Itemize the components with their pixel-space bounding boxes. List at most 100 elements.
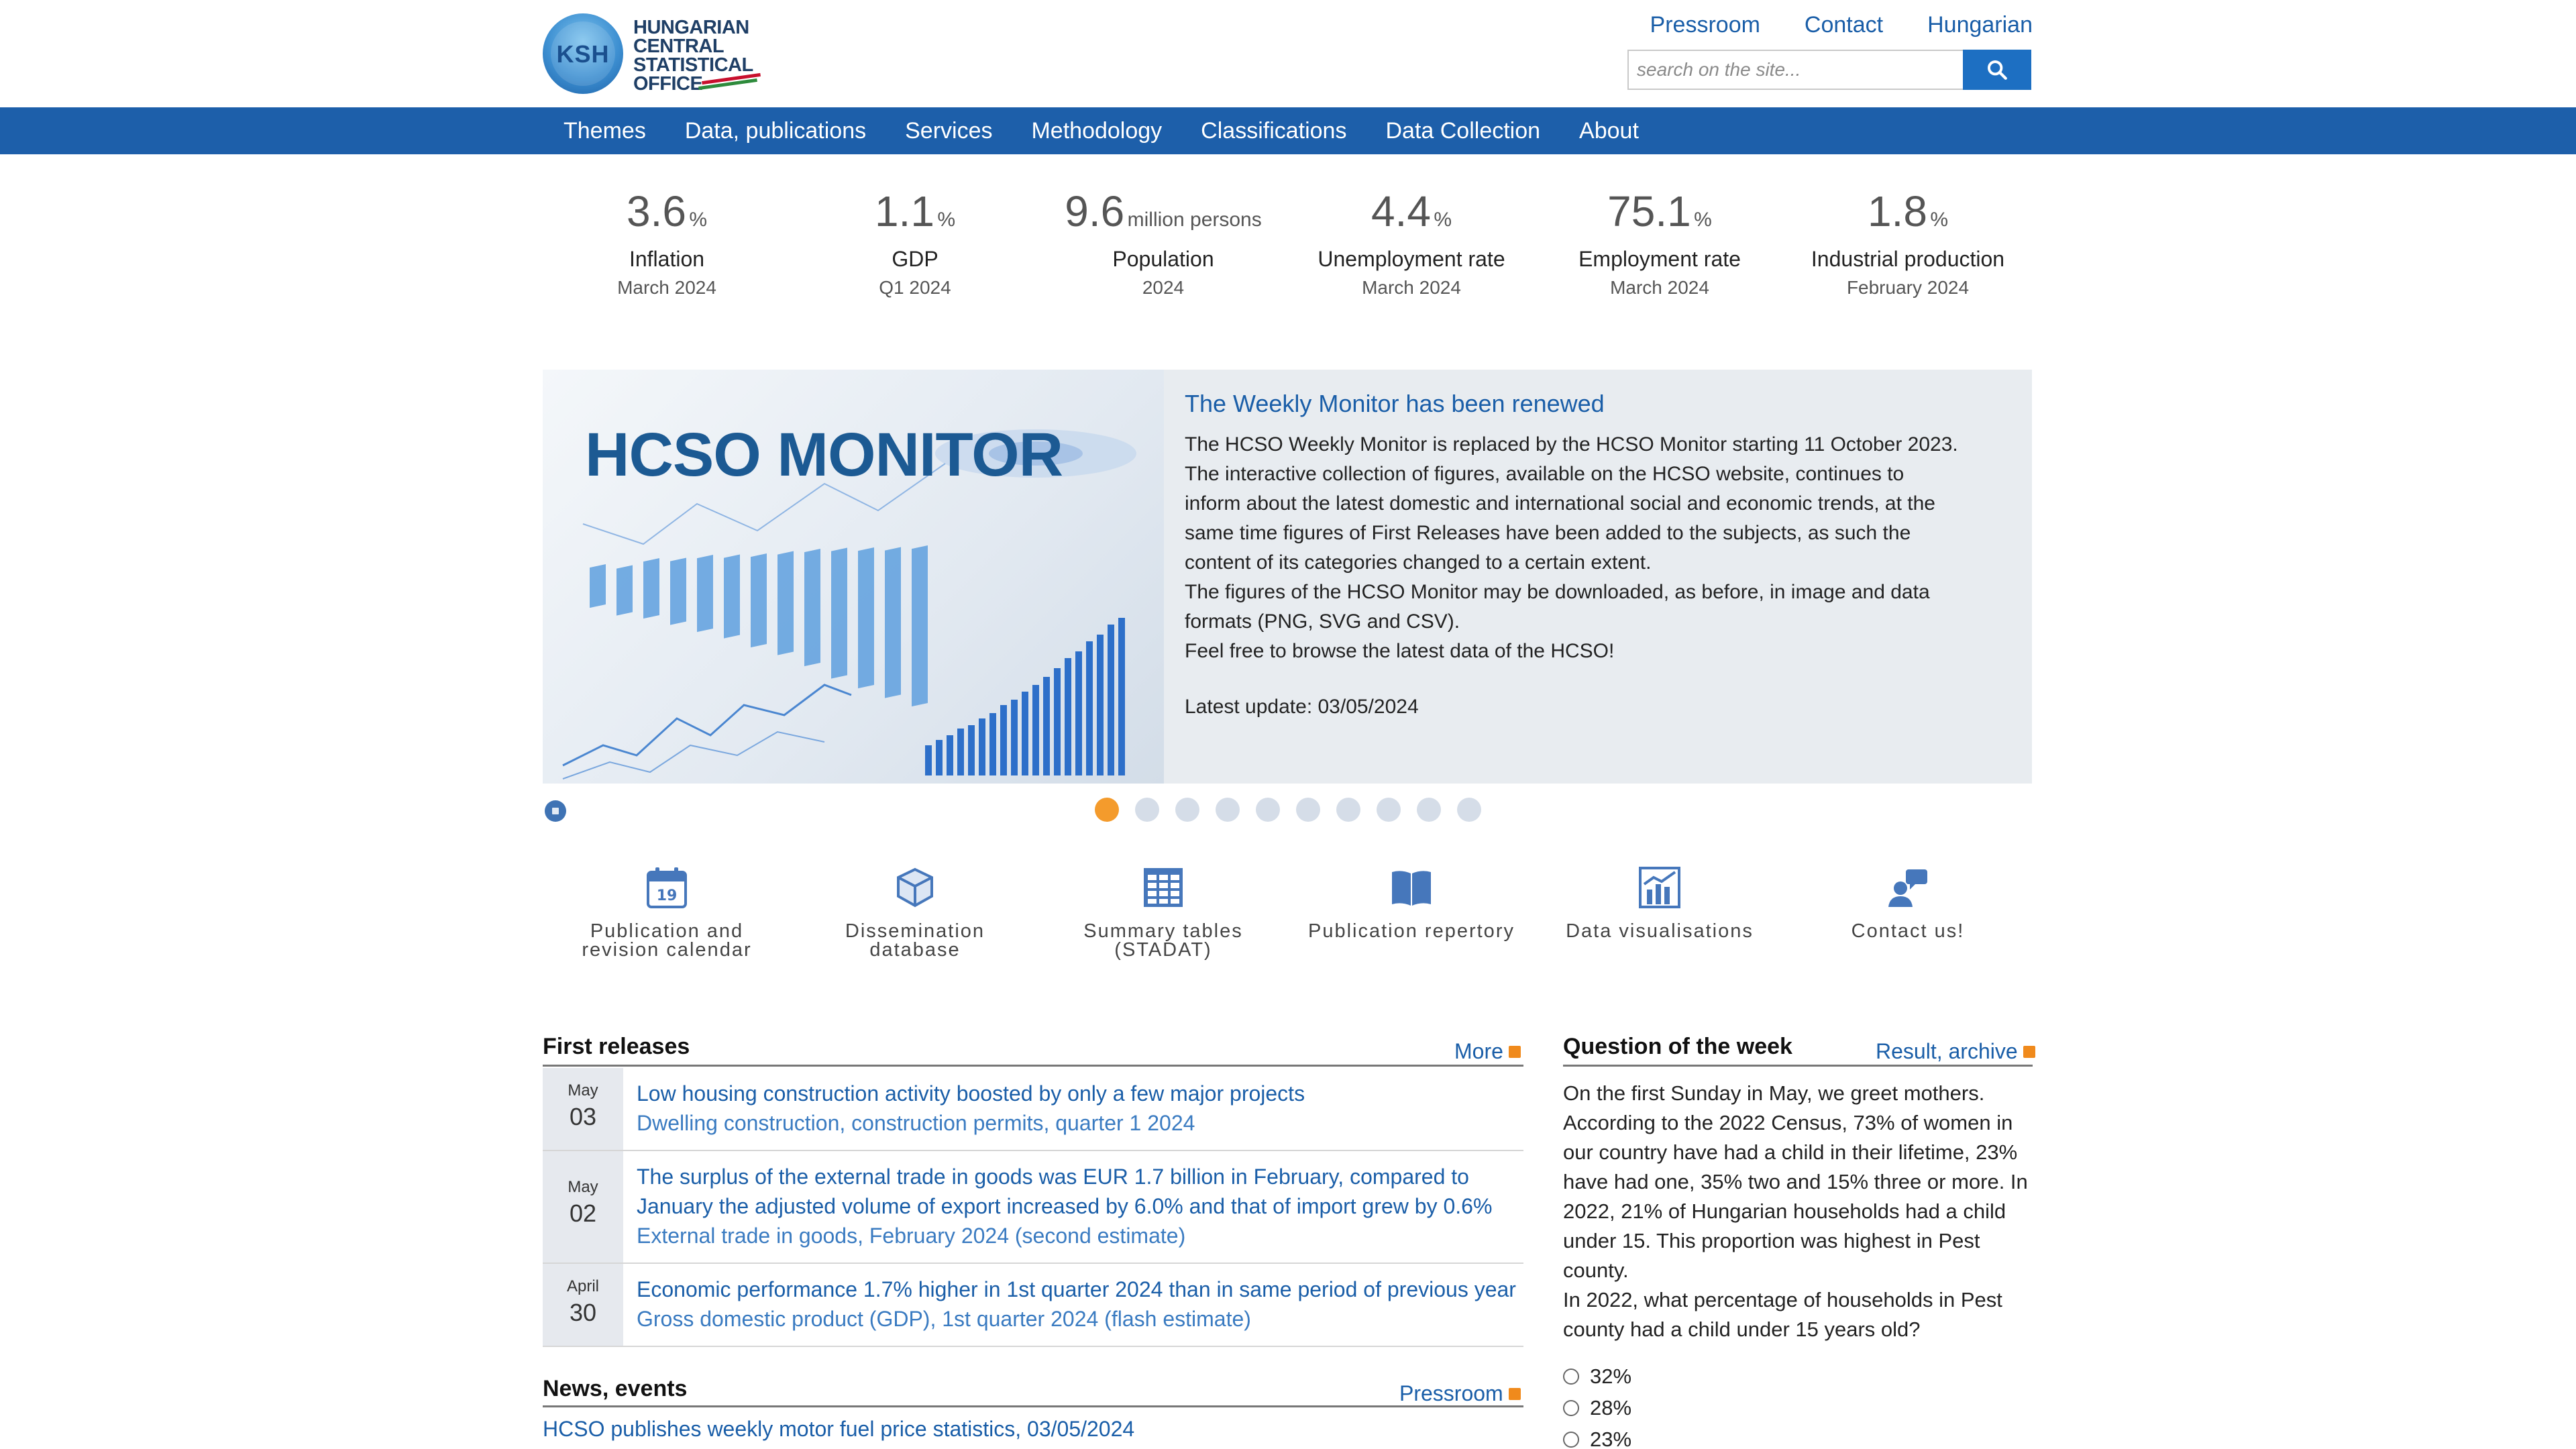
slide-paragraph: The figures of the HCSO Monitor may be d… [1185, 581, 1930, 603]
slide-paragraph: The interactive collection of figures, a… [1185, 463, 1904, 485]
slide-paragraph: same time figures of First Releases have… [1185, 522, 1911, 544]
release-subject-link[interactable]: Gross domestic product (GDP), 1st quarte… [637, 1304, 1516, 1334]
slide-image[interactable]: HCSO MONITOR [543, 370, 1164, 784]
slider-pause-button[interactable] [545, 800, 566, 822]
nav-methodology[interactable]: Methodology [1012, 118, 1181, 144]
quick-links: 19 Publication and revision calendar Dis… [543, 865, 2032, 961]
quick-link-visualisations[interactable]: Data visualisations [1536, 865, 1784, 959]
release-item: May 02 The surplus of the external trade… [543, 1151, 1523, 1264]
calendar-icon: 19 [647, 867, 687, 908]
slider-dot-8[interactable] [1377, 798, 1401, 822]
quick-link-calendar[interactable]: 19 Publication and revision calendar [543, 865, 791, 961]
quick-link-label: Data visualisations [1566, 920, 1754, 942]
radio-button[interactable] [1563, 1431, 1579, 1448]
stat-label: Industrial production [1811, 247, 2005, 271]
stat-unemployment[interactable]: 4.4 % Unemployment rate March 2024 [1287, 188, 1536, 299]
slide-heading[interactable]: The Weekly Monitor has been renewed [1185, 390, 2010, 418]
slider-dot-7[interactable] [1336, 798, 1360, 822]
answer-option[interactable]: 23% [1563, 1424, 1631, 1449]
contact-link[interactable]: Contact [1805, 12, 1883, 38]
release-month: April [566, 1277, 599, 1295]
nav-data-collection[interactable]: Data Collection [1366, 118, 1560, 144]
release-month: May [568, 1178, 598, 1196]
quick-link-stadat[interactable]: Summary tables (STADAT) [1039, 865, 1287, 961]
logo-line-1: HUNGARIAN [633, 17, 749, 38]
answer-option[interactable]: 28% [1563, 1392, 1631, 1424]
radio-button[interactable] [1563, 1368, 1579, 1385]
stat-unit: % [1434, 209, 1452, 231]
quick-link-repertory[interactable]: Publication repertory [1287, 865, 1536, 959]
quick-link-label: Publication repertory [1308, 920, 1515, 942]
main-navbar: Themes Data, publications Services Metho… [0, 107, 2576, 154]
slider-dot-9[interactable] [1417, 798, 1441, 822]
stat-label: Employment rate [1578, 247, 1741, 271]
slider-dot-5[interactable] [1256, 798, 1280, 822]
pressroom-more-link[interactable]: Pressroom [1399, 1381, 1521, 1406]
stat-population[interactable]: 9.6 million persons Population 2024 [1039, 188, 1287, 299]
site-logo[interactable]: KSH HUNGARIAN CENTRAL STATISTICAL OFFICE [543, 11, 761, 97]
news-events-title: News, events [543, 1376, 688, 1401]
nav-data-publications[interactable]: Data, publications [665, 118, 885, 144]
stat-date: 2024 [1142, 277, 1185, 298]
release-title-link[interactable]: The surplus of the external trade in goo… [637, 1162, 1492, 1191]
nav-about[interactable]: About [1560, 118, 1658, 144]
quick-link-label: revision calendar [582, 939, 752, 961]
quick-link-database[interactable]: Dissemination database [791, 865, 1039, 960]
release-day: 30 [569, 1299, 597, 1326]
stat-value: 1.8 [1867, 187, 1927, 235]
slider-dot-10[interactable] [1457, 798, 1481, 822]
quick-link-label: Summary tables [1083, 920, 1243, 942]
slider-dot-2[interactable] [1135, 798, 1159, 822]
rss-icon[interactable] [2023, 1045, 2035, 1058]
slide-update-date: Latest update: 03/05/2024 [1185, 696, 1419, 718]
section-divider [543, 1065, 1523, 1067]
question-line: county had a child under 15 years old? [1563, 1318, 1921, 1341]
language-link[interactable]: Hungarian [1927, 12, 2033, 38]
nav-themes[interactable]: Themes [564, 118, 665, 144]
nav-services[interactable]: Services [885, 118, 1012, 144]
stat-label: Population [1112, 247, 1214, 271]
first-releases-more-link[interactable]: More [1454, 1039, 1521, 1064]
release-day: 02 [569, 1199, 597, 1227]
question-line: county. [1563, 1258, 1629, 1282]
slider-dot-4[interactable] [1216, 798, 1240, 822]
rss-icon[interactable] [1508, 1387, 1521, 1400]
release-title-link[interactable]: Economic performance 1.7% higher in 1st … [637, 1275, 1516, 1304]
stat-employment[interactable]: 75.1 % Employment rate March 2024 [1536, 188, 1784, 299]
question-title: Question of the week [1563, 1034, 1792, 1059]
release-title-link[interactable]: Low housing construction activity booste… [637, 1079, 1305, 1108]
stat-inflation[interactable]: 3.6 % Inflation March 2024 [543, 188, 791, 299]
question-text: On the first Sunday in May, we greet mot… [1563, 1079, 2033, 1344]
nav-classifications[interactable]: Classifications [1181, 118, 1366, 144]
release-title-link-line2[interactable]: January the adjusted volume of export in… [637, 1191, 1492, 1221]
more-link-label: Pressroom [1399, 1381, 1503, 1405]
rss-icon[interactable] [1508, 1045, 1521, 1058]
release-subject-link[interactable]: External trade in goods, February 2024 (… [637, 1221, 1492, 1250]
quick-link-label: (STADAT) [1114, 939, 1212, 961]
release-subject-link[interactable]: Dwelling construction, construction perm… [637, 1108, 1305, 1138]
question-archive-link[interactable]: Result, archive [1876, 1039, 2035, 1064]
release-day: 03 [569, 1103, 597, 1130]
stat-unit: % [937, 209, 956, 231]
stat-gdp[interactable]: 1.1 % GDP Q1 2024 [791, 188, 1039, 299]
slider-dot-1[interactable] [1095, 798, 1119, 822]
slide-paragraph: inform about the latest domestic and int… [1185, 492, 1935, 515]
radio-button[interactable] [1563, 1399, 1579, 1416]
slider-dot-6[interactable] [1296, 798, 1320, 822]
search-bar [1627, 50, 2031, 93]
search-button[interactable] [1963, 50, 2031, 90]
answer-option[interactable]: 32% [1563, 1360, 1631, 1392]
question-line: On the first Sunday in May, we greet mot… [1563, 1081, 1985, 1105]
news-item-link[interactable]: HCSO publishes weekly motor fuel price s… [543, 1417, 1134, 1442]
stat-unit: % [1930, 209, 1949, 231]
question-line: under 15. This proportion was highest in… [1563, 1229, 1980, 1252]
stat-label: Unemployment rate [1318, 247, 1505, 271]
table-icon [1144, 868, 1183, 907]
stat-date: March 2024 [1610, 277, 1709, 298]
quick-link-contact[interactable]: Contact us! [1784, 865, 2032, 959]
slider-dot-3[interactable] [1175, 798, 1199, 822]
cube-icon [897, 867, 933, 908]
stat-industrial-production[interactable]: 1.8 % Industrial production February 202… [1784, 188, 2032, 299]
search-input[interactable] [1627, 50, 1963, 90]
pressroom-link[interactable]: Pressroom [1650, 12, 1760, 38]
